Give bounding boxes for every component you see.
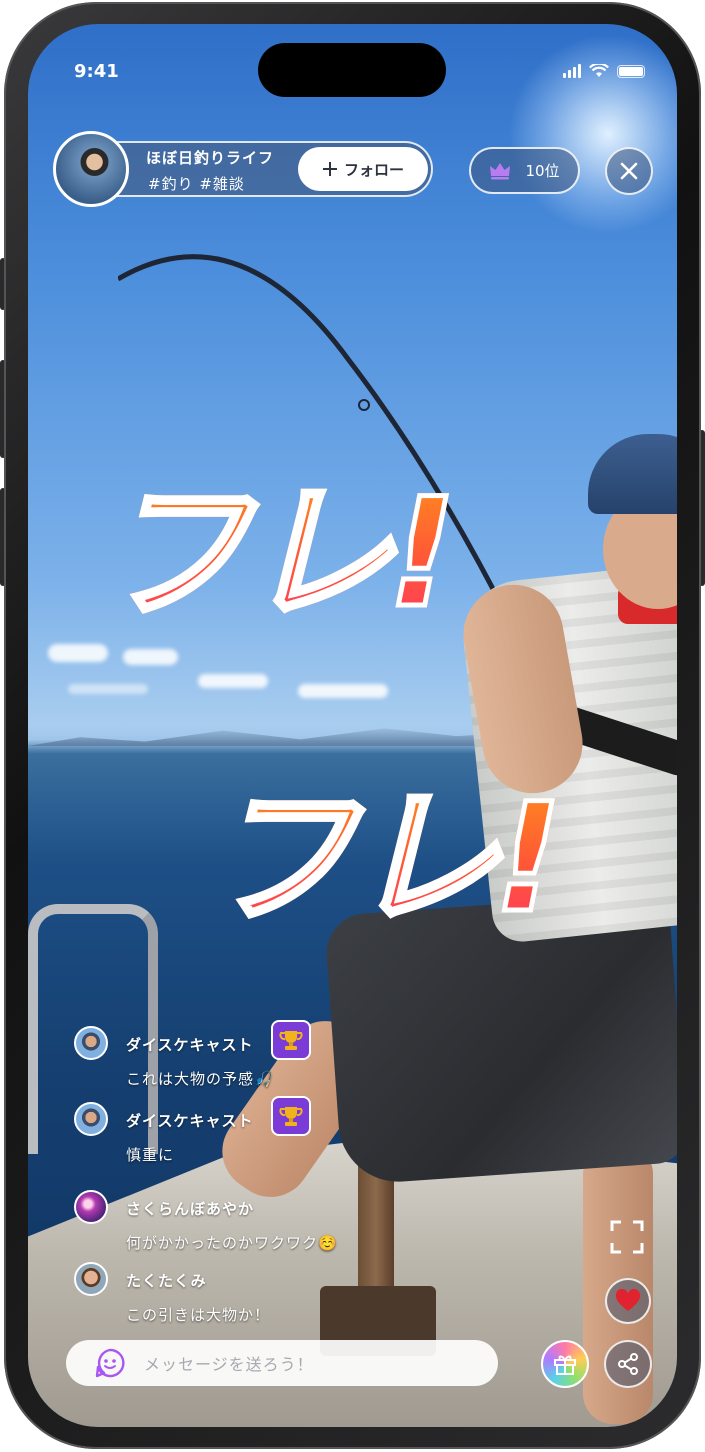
avatar[interactable] [74,1190,108,1224]
ranking-badge[interactable]: 10位 [469,147,580,194]
avatar[interactable] [74,1026,108,1060]
host-avatar[interactable] [53,131,129,207]
angler-cap [588,434,677,514]
wifi-icon [589,64,609,77]
comment-text: これは大物の予感🎣 [126,1070,274,1088]
dynamic-island [258,43,446,97]
cheer-text: フレ! [203,772,564,946]
avatar[interactable] [74,1262,108,1296]
cheer-text: フレ! [97,467,458,641]
close-button[interactable] [605,147,653,195]
trophy-icon [271,1096,311,1136]
comment-username[interactable]: たくたくみ [126,1270,207,1291]
message-placeholder: メッセージを送ろう！ [144,1355,314,1374]
comment-username[interactable]: さくらんぼあやか [126,1198,254,1219]
close-icon [620,162,638,180]
smile-icon [95,1348,125,1378]
share-button[interactable] [604,1340,652,1388]
cloud [68,684,148,694]
battery-icon [617,64,645,78]
heart-icon [615,1289,641,1311]
gift-button[interactable] [541,1340,589,1388]
comment-text: 何がかかったのかワクワク☺️ [126,1234,338,1252]
follow-button[interactable]: フォロー [298,147,428,191]
cloud [48,644,108,662]
expand-icon[interactable] [610,1220,644,1254]
host-tags: #釣り #雑談 [148,175,245,193]
status-icons [563,64,645,78]
avatar[interactable] [74,1102,108,1136]
comment-text: 慎重に [126,1146,175,1164]
comment-username[interactable]: ダイスケキャスト [126,1034,254,1055]
phone-frame: 9:41 ほぼ日釣りライフ #釣り #雑談 フォロー 10位 フレ! フレ! ダ… [0,0,705,1452]
message-input[interactable]: メッセージを送ろう！ [66,1340,498,1386]
cloud [298,684,388,698]
gift-icon [554,1355,576,1375]
follow-label: フォロー [343,160,404,179]
live-stream-screen: 9:41 ほぼ日釣りライフ #釣り #雑談 フォロー 10位 フレ! フレ! ダ… [28,24,677,1427]
share-icon [618,1353,638,1375]
comment-username[interactable]: ダイスケキャスト [126,1110,254,1131]
trophy-icon [271,1020,311,1060]
comment-text: この引きは大物か！ [126,1306,271,1324]
ranking-label: 10位 [525,162,560,180]
host-name: ほぼ日釣りライフ [146,149,275,167]
status-time: 9:41 [74,61,119,82]
crown-icon [490,162,511,179]
like-button[interactable] [605,1278,651,1324]
cellular-signal-icon [563,64,581,78]
plus-icon [322,162,337,176]
